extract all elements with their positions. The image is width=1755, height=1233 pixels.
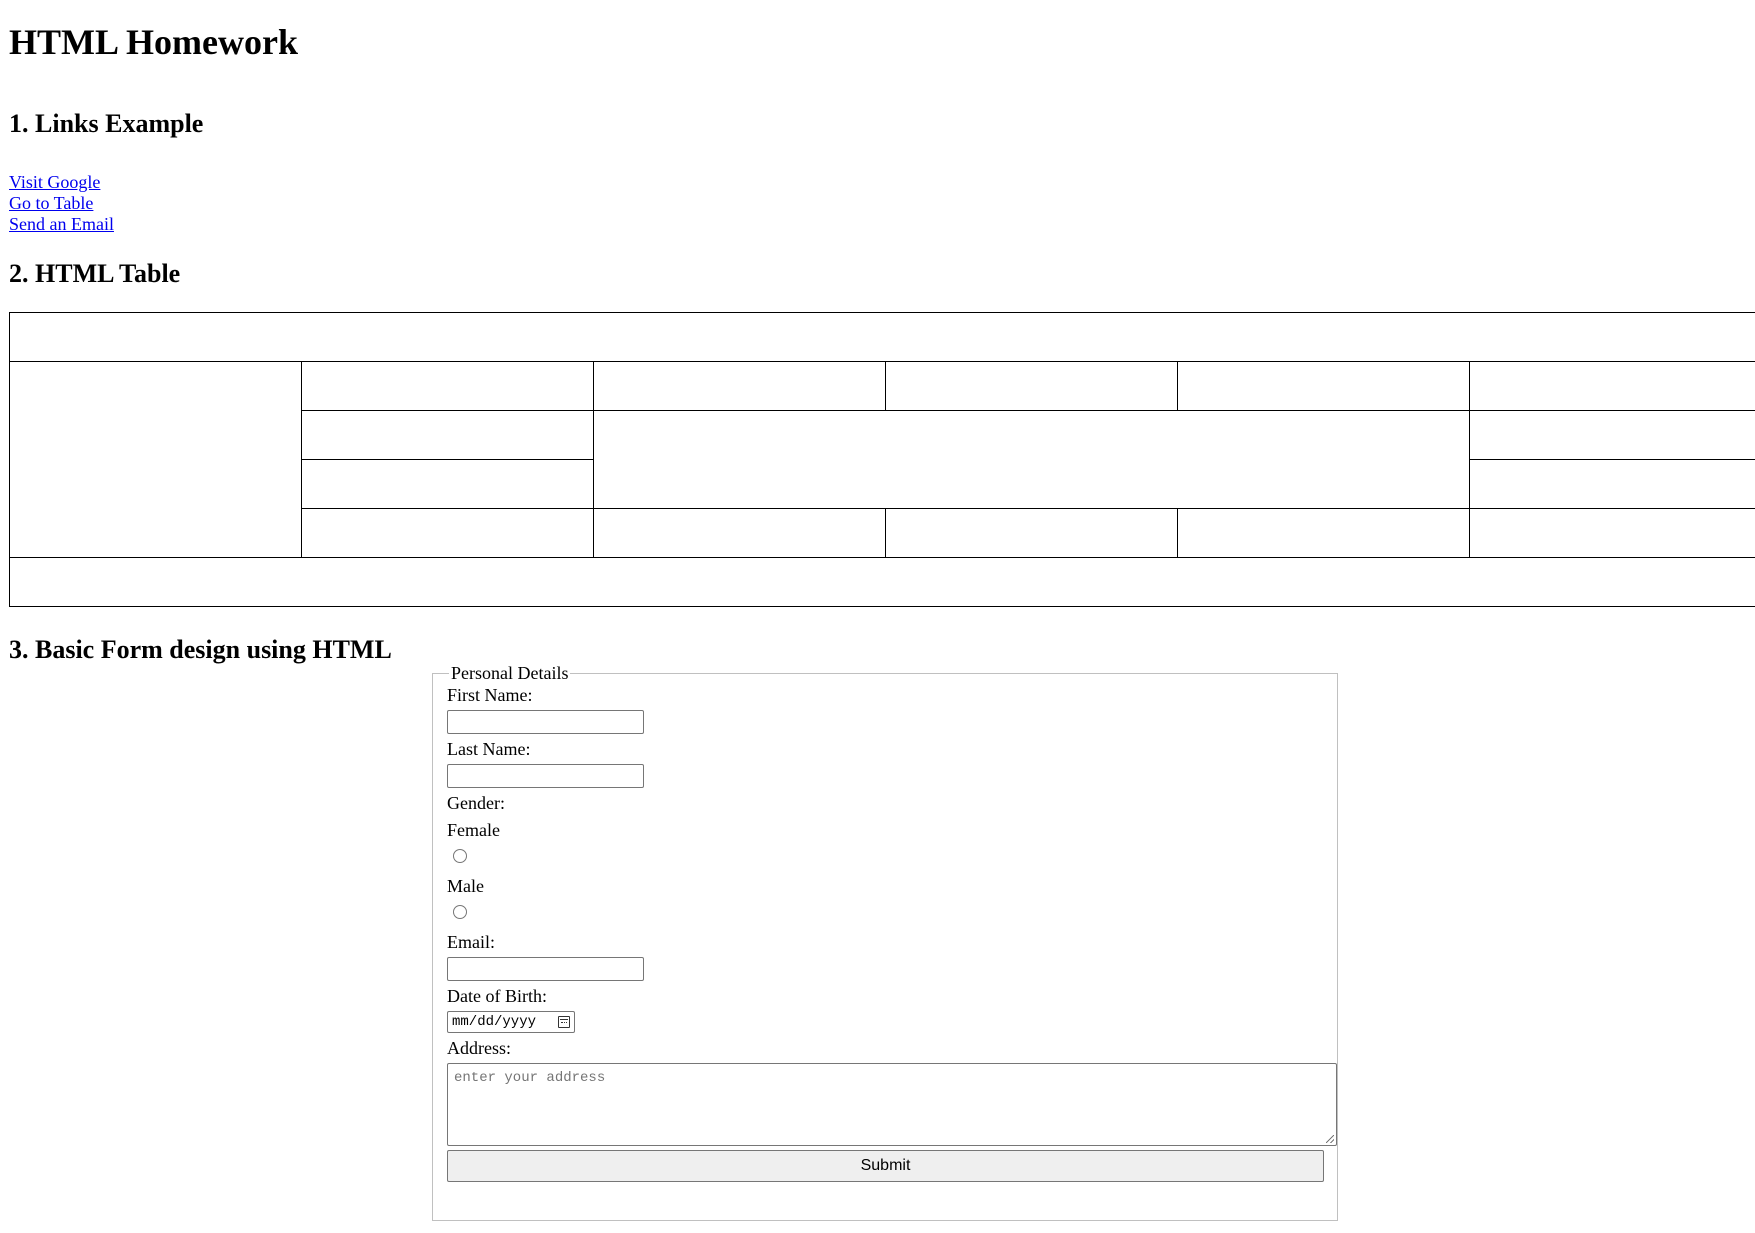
address-placeholder: enter your address: [454, 1070, 606, 1086]
gender-label: Gender:: [447, 793, 505, 813]
table-heading: 2. HTML Table: [9, 259, 181, 288]
calendar-icon[interactable]: [558, 1016, 570, 1028]
email-label: Email:: [447, 932, 495, 952]
first-name-field[interactable]: [447, 710, 644, 734]
address-textarea[interactable]: enter your address: [447, 1063, 1337, 1146]
gender-female-label: Female: [447, 820, 500, 840]
table-cell: [1468, 459, 1755, 509]
dob-placeholder: mm/dd/yyyy: [452, 1014, 537, 1030]
table-cell: [8, 312, 1755, 362]
table-cell: [1468, 361, 1755, 411]
page-title: HTML Homework: [9, 22, 298, 62]
table-cell: [301, 361, 594, 411]
link-send-email[interactable]: Send an Email: [9, 214, 1746, 235]
dob-label: Date of Birth:: [447, 986, 547, 1006]
table-cell: [8, 557, 1755, 607]
fieldset-legend: Personal Details: [451, 663, 569, 683]
form-heading: 3. Basic Form design using HTML: [9, 635, 392, 664]
table-cell: [593, 508, 886, 558]
dob-field[interactable]: mm/dd/yyyy: [447, 1011, 575, 1033]
table-row: [8, 312, 1755, 362]
address-label: Address:: [447, 1038, 511, 1058]
personal-details-fieldset: Personal Details First Name: Last Name: …: [432, 663, 1338, 1221]
email-field[interactable]: [447, 957, 644, 981]
table-row: [8, 557, 1755, 607]
last-name-field[interactable]: [447, 764, 644, 788]
table-cell: [885, 508, 1178, 558]
table-cell: [301, 410, 594, 460]
table-cell: [593, 361, 886, 411]
submit-button[interactable]: Submit: [447, 1150, 1324, 1182]
table-cell: [593, 410, 1470, 509]
link-go-to-table[interactable]: Go to Table: [9, 193, 1746, 214]
first-name-label: First Name:: [447, 685, 533, 705]
table-cell: [885, 361, 1178, 411]
table-cell: [1468, 508, 1755, 558]
table-cell: [301, 459, 594, 509]
last-name-label: Last Name:: [447, 739, 531, 759]
links-list: Visit Google Go to Table Send an Email: [9, 172, 1746, 235]
table-cell: [1468, 410, 1755, 460]
links-heading: 1. Links Example: [9, 109, 204, 138]
table-cell: [1177, 361, 1470, 411]
table-cell: [1177, 508, 1470, 558]
table-cell: [301, 508, 594, 558]
gender-male-label: Male: [447, 876, 484, 896]
page: HTML Homework 1. Links Example Visit Goo…: [0, 0, 1755, 666]
html-table: [8, 312, 1755, 607]
resize-handle-icon[interactable]: [1326, 1135, 1334, 1143]
table-row: [9, 361, 1755, 558]
gender-male-radio[interactable]: [453, 905, 467, 919]
link-visit-google[interactable]: Visit Google: [9, 172, 1746, 193]
gender-female-radio[interactable]: [453, 849, 467, 863]
table-cell: [9, 361, 302, 558]
